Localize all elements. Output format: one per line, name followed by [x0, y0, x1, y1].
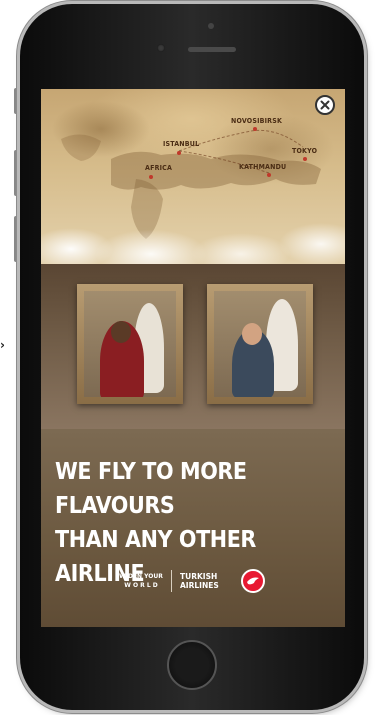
- city-marker-tokyo: [303, 157, 307, 161]
- city-label-novosibirsk: NOVOSIBIRSK: [231, 117, 283, 125]
- city-label-africa: AFRICA: [145, 164, 173, 172]
- airline-name-line-2: AIRLINES: [180, 581, 219, 590]
- city-marker-africa: [149, 175, 153, 179]
- brand-row: WIDEN YOUR W O R L D TURKISH AIRLINES: [119, 569, 269, 597]
- earpiece-speaker: [188, 47, 236, 52]
- chef-photo-left: [84, 291, 176, 397]
- city-marker-istanbul: [177, 151, 181, 155]
- tagline-line-1: WIDEN YOUR: [119, 573, 163, 580]
- guest-head: [111, 321, 131, 343]
- silent-switch: [14, 88, 18, 114]
- chef-photo-right: [214, 291, 306, 397]
- bird-icon: [247, 577, 259, 585]
- proximity-sensor: [208, 23, 214, 29]
- headline-panel: WE FLY TO MORE FLAVOURS THAN ANY OTHER A…: [41, 429, 345, 627]
- volume-up-button: [14, 150, 18, 196]
- close-button[interactable]: [315, 95, 335, 115]
- tagline: WIDEN YOUR W O R L D: [119, 572, 163, 590]
- world-map: NOVOSIBIRSK ISTANBUL AFRICA KATHMANDU TO…: [41, 89, 345, 269]
- landmass-west: [61, 134, 101, 161]
- city-label-tokyo: TOKYO: [292, 147, 318, 155]
- ad-screen: NOVOSIBIRSK ISTANBUL AFRICA KATHMANDU TO…: [41, 89, 345, 627]
- kitchen-scene: [41, 264, 345, 429]
- airline-name-line-1: TURKISH: [180, 572, 218, 581]
- close-icon: [320, 100, 330, 110]
- cloud-layer: [41, 199, 345, 269]
- arrow-pointer: ›: [0, 338, 5, 352]
- home-button[interactable]: [167, 640, 217, 690]
- turkish-airlines-logo-icon: [241, 569, 265, 593]
- front-camera: [157, 44, 165, 52]
- city-marker-kathmandu: [267, 173, 271, 177]
- city-marker-novosibirsk: [253, 127, 257, 131]
- city-label-istanbul: ISTANBUL: [163, 140, 200, 148]
- photo-frame-right: [207, 284, 313, 404]
- airline-name: TURKISH AIRLINES: [180, 572, 240, 590]
- tagline-line-2: W O R L D: [124, 582, 158, 589]
- guest-head: [242, 323, 262, 345]
- headline-line-1: WE FLY TO MORE FLAVOURS: [55, 459, 247, 519]
- city-label-kathmandu: KATHMANDU: [239, 163, 287, 171]
- photo-frame-left: [77, 284, 183, 404]
- volume-down-button: [14, 216, 18, 262]
- brand-divider: [171, 570, 172, 592]
